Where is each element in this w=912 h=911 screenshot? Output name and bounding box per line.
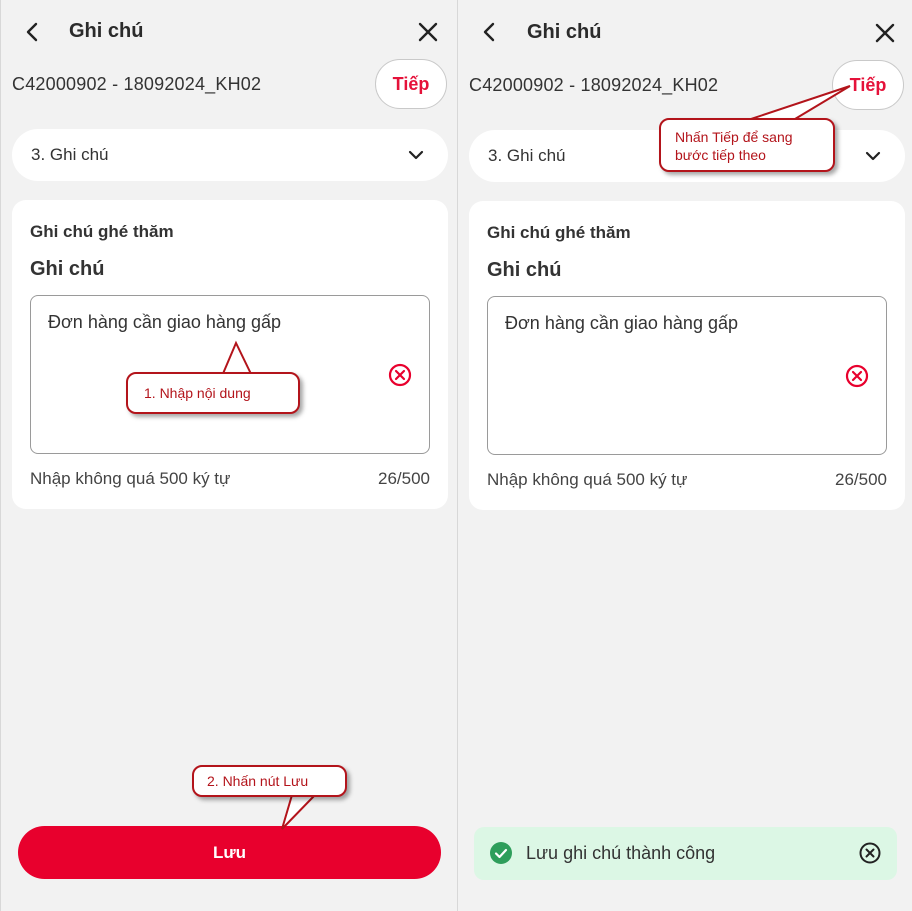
char-counter: 26/500 [378, 469, 430, 488]
char-limit-hint: Nhập không quá 500 ký tự [30, 469, 231, 488]
clear-text-icon[interactable] [844, 363, 870, 389]
clear-text-icon[interactable] [387, 362, 413, 388]
callout-text-line2: bước tiếp theo [675, 147, 766, 163]
callout-text-line1: Nhấn Tiếp để sang [675, 129, 793, 145]
card-heading: Ghi chú ghé thăm [30, 222, 174, 241]
step-dropdown[interactable]: 3. Ghi chú [12, 129, 448, 181]
next-button[interactable]: Tiếp [375, 59, 447, 109]
chevron-down-icon [408, 150, 424, 160]
note-label: Ghi chú [487, 259, 562, 281]
note-textarea[interactable]: Đơn hàng cần giao hàng gấp [487, 296, 887, 455]
toast-message: Lưu ghi chú thành công [526, 843, 716, 863]
page-title: Ghi chú [69, 20, 144, 42]
back-arrow-icon[interactable] [17, 16, 49, 48]
step-dropdown-value: 3. Ghi chú [488, 146, 566, 165]
note-card: Ghi chú ghé thăm Ghi chú Đơn hàng cần gi… [12, 200, 448, 509]
order-code: C42000902 - 18092024_KH02 [469, 75, 719, 95]
close-icon[interactable] [412, 16, 444, 48]
chevron-down-icon [865, 151, 881, 161]
callout-text: 1. Nhập nội dung [144, 385, 251, 401]
step-dropdown-value: 3. Ghi chú [31, 145, 109, 164]
save-button[interactable]: Lưu [18, 826, 441, 879]
page-title: Ghi chú [527, 21, 602, 43]
note-card: Ghi chú ghé thăm Ghi chú Đơn hàng cần gi… [469, 201, 905, 510]
success-toast: Lưu ghi chú thành công [474, 827, 897, 880]
note-label: Ghi chú [30, 258, 105, 280]
note-value: Đơn hàng cần giao hàng gấp [48, 312, 281, 332]
back-arrow-icon[interactable] [474, 16, 506, 48]
check-circle-icon [490, 842, 512, 864]
close-circle-icon[interactable] [858, 841, 882, 865]
order-code: C42000902 - 18092024_KH02 [12, 74, 262, 94]
next-button[interactable]: Tiếp [832, 60, 904, 110]
char-limit-hint: Nhập không quá 500 ký tự [487, 470, 688, 489]
callout-text: 2. Nhấn nút Lưu [207, 773, 309, 789]
callout-enter-content: 1. Nhập nội dung [126, 372, 300, 414]
callout-press-save: 2. Nhấn nút Lưu [192, 765, 347, 797]
callout-press-next: Nhấn Tiếp để sang bước tiếp theo [659, 118, 835, 172]
close-icon[interactable] [869, 17, 901, 49]
note-value: Đơn hàng cần giao hàng gấp [505, 313, 738, 333]
card-heading: Ghi chú ghé thăm [487, 223, 631, 242]
char-counter: 26/500 [835, 470, 887, 489]
